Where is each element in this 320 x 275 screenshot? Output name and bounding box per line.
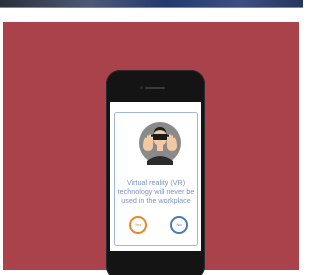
- quiz-panel: Virtual reality (VR) technology will nev…: [3, 22, 299, 275]
- phone-mockup: Virtual reality (VR) technology will nev…: [106, 70, 205, 275]
- phone-camera: [140, 86, 143, 89]
- top-banner-divider: [0, 7, 303, 8]
- no-answer-button[interactable]: No: [170, 216, 188, 234]
- vr-headset-person-icon: [139, 122, 181, 165]
- quiz-question-text: Virtual reality (VR) technology will nev…: [117, 178, 195, 205]
- page: Virtual reality (VR) technology will nev…: [0, 0, 303, 275]
- quiz-card: Virtual reality (VR) technology will nev…: [114, 112, 198, 246]
- phone-screen: Virtual reality (VR) technology will nev…: [110, 102, 201, 251]
- phone-speaker: [145, 87, 165, 89]
- yes-answer-button[interactable]: Yes: [129, 216, 147, 234]
